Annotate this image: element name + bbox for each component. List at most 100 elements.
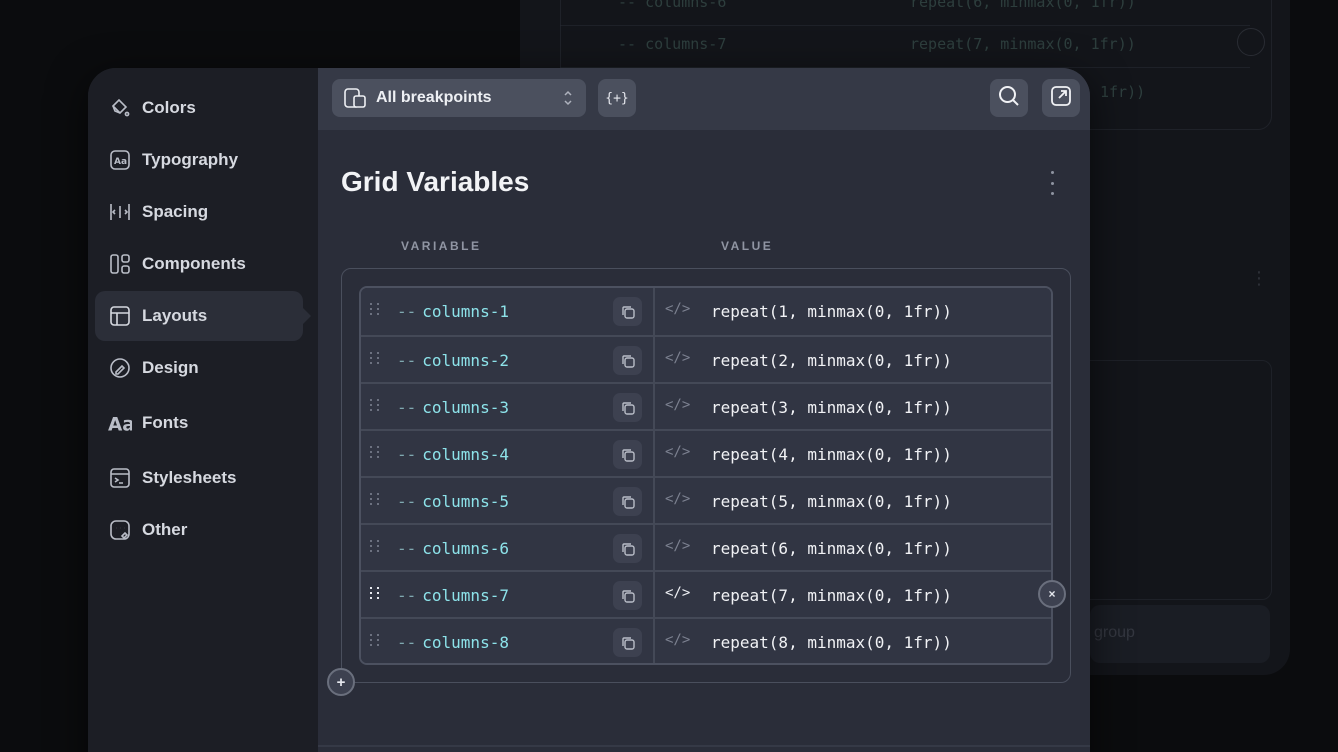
table-row[interactable]: -- columns-1 </> repeat(1, minmax(0, 1fr)… xyxy=(361,288,1051,337)
background-row-value: 1fr)) xyxy=(1100,83,1146,101)
column-divider xyxy=(653,572,655,617)
sidebar: Colors Aa Typography Spacing Components … xyxy=(88,68,318,752)
drag-handle-icon[interactable] xyxy=(370,399,381,411)
sidebar-item-label: Spacing xyxy=(142,202,209,221)
table-row[interactable]: -- columns-3 </> repeat(3, minmax(0, 1fr)… xyxy=(361,384,1051,431)
column-divider xyxy=(653,431,655,476)
copy-icon xyxy=(621,305,635,319)
drag-handle-icon[interactable] xyxy=(370,352,381,364)
drag-handle-icon[interactable] xyxy=(370,493,381,505)
variable-name[interactable]: -- columns-7 xyxy=(397,586,509,605)
page-title: Grid Variables xyxy=(341,166,530,197)
spacing-icon xyxy=(108,200,132,224)
copy-icon xyxy=(621,354,635,368)
design-icon xyxy=(108,356,132,380)
table-row[interactable]: -- columns-6 </> repeat(6, minmax(0, 1fr)… xyxy=(361,525,1051,572)
background-row-value: repeat(7, minmax(0, 1fr)) xyxy=(910,35,1136,53)
table-row[interactable]: -- columns-7 </> repeat(7, minmax(0, 1fr)… xyxy=(361,572,1051,619)
table-row[interactable]: -- columns-8 </> repeat(8, minmax(0, 1fr)… xyxy=(361,619,1051,663)
copy-button[interactable] xyxy=(613,581,642,610)
fonts-aa-icon: Aa xyxy=(108,411,132,435)
sidebar-item-other[interactable]: Other xyxy=(95,505,303,555)
variable-name[interactable]: -- columns-1 xyxy=(397,302,509,321)
copy-button[interactable] xyxy=(613,393,642,422)
code-icon[interactable]: </> xyxy=(665,538,690,554)
copy-button[interactable] xyxy=(613,297,642,326)
breakpoint-select-label: All breakpoints xyxy=(376,89,492,106)
drag-handle-icon[interactable] xyxy=(370,303,381,315)
code-icon[interactable]: </> xyxy=(665,301,690,317)
sidebar-item-label: Design xyxy=(142,358,199,377)
svg-text:Aa: Aa xyxy=(114,157,127,167)
sidebar-item-fonts[interactable]: Aa Fonts xyxy=(95,398,303,448)
drag-handle-icon[interactable] xyxy=(370,587,381,599)
expand-button[interactable] xyxy=(1042,79,1080,117)
expand-icon xyxy=(1049,84,1073,112)
sidebar-item-label: Fonts xyxy=(142,413,189,432)
breakpoints-devices-icon xyxy=(343,87,367,109)
code-icon[interactable]: </> xyxy=(665,632,690,648)
variable-value[interactable]: repeat(6, minmax(0, 1fr)) xyxy=(711,539,952,558)
table-row[interactable]: -- columns-5 </> repeat(5, minmax(0, 1fr)… xyxy=(361,478,1051,525)
copy-icon xyxy=(621,495,635,509)
column-divider xyxy=(653,478,655,523)
sidebar-item-label: Colors xyxy=(142,98,196,117)
sidebar-item-stylesheets[interactable]: Stylesheets xyxy=(95,453,303,503)
background-box xyxy=(1080,360,1272,600)
sidebar-item-layouts[interactable]: Layouts xyxy=(95,291,311,341)
variable-value[interactable]: repeat(3, minmax(0, 1fr)) xyxy=(711,398,952,417)
variable-value[interactable]: repeat(1, minmax(0, 1fr)) xyxy=(711,302,952,321)
drag-handle-icon[interactable] xyxy=(370,446,381,458)
column-divider xyxy=(653,288,655,335)
variable-value[interactable]: repeat(2, minmax(0, 1fr)) xyxy=(711,351,952,370)
table-row[interactable]: -- columns-4 </> repeat(4, minmax(0, 1fr)… xyxy=(361,431,1051,478)
variable-value[interactable]: repeat(7, minmax(0, 1fr)) xyxy=(711,586,952,605)
drag-handle-icon[interactable] xyxy=(370,540,381,552)
sidebar-item-colors[interactable]: Colors xyxy=(95,83,303,133)
chevron-up-down-icon xyxy=(562,88,574,113)
variable-value[interactable]: repeat(5, minmax(0, 1fr)) xyxy=(711,492,952,511)
divider xyxy=(318,745,1090,747)
column-header-variable: VARIABLE xyxy=(401,239,482,253)
code-icon[interactable]: </> xyxy=(665,585,690,601)
variable-name[interactable]: -- columns-8 xyxy=(397,633,509,652)
add-row-button[interactable]: + xyxy=(327,668,355,696)
sidebar-item-typography[interactable]: Aa Typography xyxy=(95,135,303,185)
variable-name[interactable]: -- columns-4 xyxy=(397,445,509,464)
copy-button[interactable] xyxy=(613,628,642,657)
background-row-var: -- columns-6 xyxy=(618,0,727,11)
table-row[interactable]: -- columns-2 </> repeat(2, minmax(0, 1fr)… xyxy=(361,337,1051,384)
background-circle-icon xyxy=(1237,28,1265,56)
variable-name[interactable]: -- columns-6 xyxy=(397,539,509,558)
breakpoint-select[interactable]: All breakpoints xyxy=(332,79,586,117)
braces-plus-icon: {+} xyxy=(605,90,629,106)
remove-row-button[interactable]: × xyxy=(1038,580,1066,608)
copy-button[interactable] xyxy=(613,440,642,469)
variable-name[interactable]: -- columns-2 xyxy=(397,351,509,370)
text-aa-box-icon: Aa xyxy=(108,148,132,172)
code-icon[interactable]: </> xyxy=(665,491,690,507)
components-icon xyxy=(108,252,132,276)
column-divider xyxy=(653,337,655,382)
sidebar-item-design[interactable]: Design xyxy=(95,343,303,393)
code-icon[interactable]: </> xyxy=(665,397,690,413)
code-icon[interactable]: </> xyxy=(665,444,690,460)
sidebar-item-spacing[interactable]: Spacing xyxy=(95,187,303,237)
sidebar-item-label: Typography xyxy=(142,150,239,169)
variable-name[interactable]: -- columns-5 xyxy=(397,492,509,511)
variable-name[interactable]: -- columns-3 xyxy=(397,398,509,417)
drag-handle-icon[interactable] xyxy=(370,634,381,646)
stylesheet-terminal-icon xyxy=(108,466,132,490)
copy-button[interactable] xyxy=(613,534,642,563)
column-divider xyxy=(653,525,655,570)
sidebar-item-components[interactable]: Components xyxy=(95,239,303,289)
search-button[interactable] xyxy=(990,79,1028,117)
copy-button[interactable] xyxy=(613,487,642,516)
copy-button[interactable] xyxy=(613,346,642,375)
code-icon[interactable]: </> xyxy=(665,350,690,366)
search-icon xyxy=(997,84,1021,112)
variable-value[interactable]: repeat(8, minmax(0, 1fr)) xyxy=(711,633,952,652)
variable-value[interactable]: repeat(4, minmax(0, 1fr)) xyxy=(711,445,952,464)
add-variable-button[interactable]: {+} xyxy=(598,79,636,117)
more-options-icon[interactable] xyxy=(1040,168,1064,198)
